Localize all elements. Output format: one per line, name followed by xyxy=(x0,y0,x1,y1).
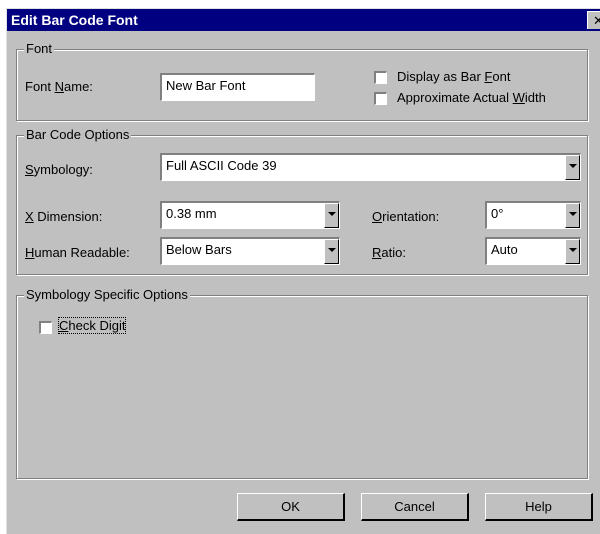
orientation-select[interactable]: 0° xyxy=(485,201,581,229)
orientation-value: 0° xyxy=(491,206,504,221)
chevron-down-icon[interactable] xyxy=(324,203,339,228)
font-name-label: Font Name: xyxy=(25,79,93,94)
help-button[interactable]: Help xyxy=(485,493,593,521)
human-readable-label: Human Readable: xyxy=(25,245,130,260)
x-dimension-value: 0.38 mm xyxy=(166,206,217,221)
human-readable-value: Below Bars xyxy=(166,242,232,257)
human-readable-select[interactable]: Below Bars xyxy=(160,237,340,265)
title-bar: Edit Bar Code Font ✕ xyxy=(7,9,600,31)
chevron-down-icon[interactable] xyxy=(565,239,580,264)
x-dimension-select[interactable]: 0.38 mm xyxy=(160,201,340,229)
symbology-select[interactable]: Full ASCII Code 39 xyxy=(160,153,581,181)
edit-bar-code-font-dialog: Edit Bar Code Font ✕ Font Font Name: New… xyxy=(6,8,600,534)
x-dimension-label: X Dimension: xyxy=(25,209,103,224)
symbology-label: Symbology: xyxy=(25,162,93,177)
approximate-actual-width-checkbox[interactable] xyxy=(374,92,387,105)
ratio-select[interactable]: Auto xyxy=(485,237,581,265)
display-as-bar-font-label[interactable]: Display as Bar Font xyxy=(397,69,510,84)
symbology-specific-options-legend: Symbology Specific Options xyxy=(24,287,190,302)
chevron-down-icon[interactable] xyxy=(565,203,580,228)
orientation-label: Orientation: xyxy=(372,209,440,224)
ratio-label: Ratio: xyxy=(372,245,406,260)
symbology-value: Full ASCII Code 39 xyxy=(166,158,277,173)
display-as-bar-font-checkbox[interactable] xyxy=(374,71,387,84)
check-digit-checkbox[interactable] xyxy=(39,321,52,334)
ratio-value: Auto xyxy=(491,242,518,257)
ok-button[interactable]: OK xyxy=(237,493,345,521)
chevron-down-icon[interactable] xyxy=(565,155,580,180)
check-digit-label[interactable]: Check Digit xyxy=(58,317,127,334)
font-group-legend: Font xyxy=(24,41,55,56)
close-button[interactable]: ✕ xyxy=(587,11,600,29)
cancel-button[interactable]: Cancel xyxy=(361,493,469,521)
approximate-actual-width-label[interactable]: Approximate Actual Width xyxy=(397,90,546,105)
bar-code-options-legend: Bar Code Options xyxy=(24,127,132,142)
close-icon: ✕ xyxy=(593,13,600,28)
window-title: Edit Bar Code Font xyxy=(11,12,138,28)
font-name-input[interactable]: New Bar Font xyxy=(160,73,315,101)
chevron-down-icon[interactable] xyxy=(324,239,339,264)
